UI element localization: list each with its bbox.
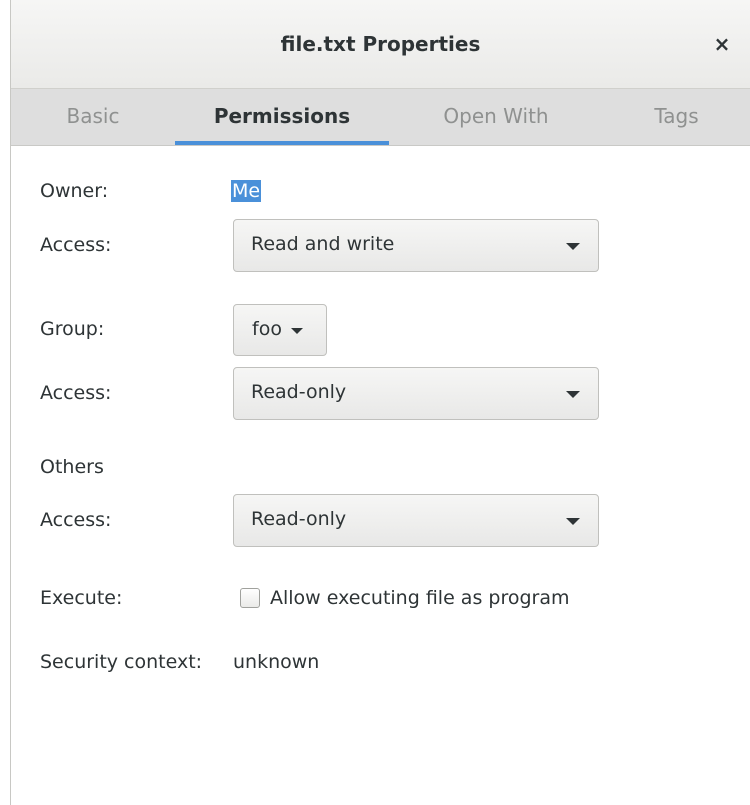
close-icon[interactable]: × <box>708 30 736 58</box>
chevron-down-icon <box>566 243 580 250</box>
tab-permissions[interactable]: Permissions <box>175 89 389 145</box>
tab-basic[interactable]: Basic <box>11 89 175 145</box>
security-context-value: unknown <box>233 651 320 673</box>
group-label: Group: <box>40 318 105 340</box>
window-title: file.txt Properties <box>280 32 481 56</box>
owner-value[interactable]: Me <box>231 180 262 202</box>
tab-bar: Basic Permissions Open With Tags <box>11 89 750 146</box>
group-dropdown[interactable]: foo <box>233 304 327 356</box>
execute-checkbox-label[interactable]: Allow executing file as program <box>270 587 569 609</box>
owner-name[interactable]: Me <box>231 180 262 202</box>
chevron-down-icon <box>291 328 303 334</box>
owner-label: Owner: <box>40 180 109 202</box>
tab-open-with[interactable]: Open With <box>389 89 603 145</box>
others-access-dropdown[interactable]: Read-only <box>233 494 599 547</box>
group-access-label: Access: <box>40 382 112 404</box>
security-context-label: Security context: <box>40 651 203 673</box>
execute-checkbox[interactable] <box>240 588 260 608</box>
owner-access-dropdown[interactable]: Read and write <box>233 219 599 272</box>
others-access-value: Read-only <box>251 508 347 530</box>
properties-dialog: file.txt Properties × Basic Permissions … <box>10 0 750 805</box>
execute-label: Execute: <box>40 587 123 609</box>
chevron-down-icon <box>566 391 580 398</box>
header-bar: file.txt Properties × <box>11 0 750 89</box>
others-label: Others <box>40 456 104 478</box>
others-access-label: Access: <box>40 509 112 531</box>
chevron-down-icon <box>566 518 580 525</box>
owner-access-label: Access: <box>40 234 112 256</box>
tab-tags[interactable]: Tags <box>603 89 750 145</box>
owner-access-value: Read and write <box>251 233 395 255</box>
group-access-dropdown[interactable]: Read-only <box>233 367 599 420</box>
group-access-value: Read-only <box>251 381 347 403</box>
group-value: foo <box>252 318 282 340</box>
